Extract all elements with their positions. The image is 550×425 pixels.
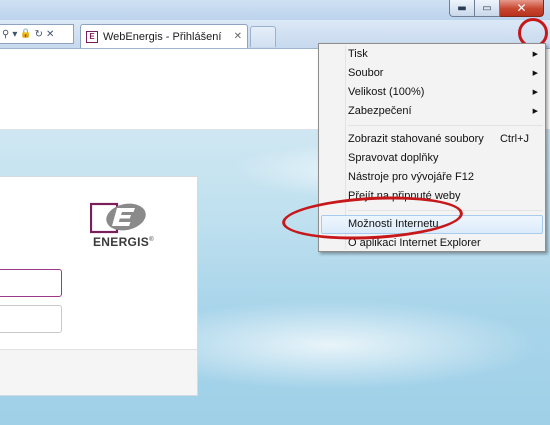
menu-item-developer-tools[interactable]: Nástroje pro vývojáře F12 bbox=[319, 168, 545, 187]
tab-close-icon[interactable]: ✕ bbox=[234, 31, 242, 42]
login-card: ENERGIS® bbox=[0, 176, 198, 396]
submenu-arrow-icon: ▶ bbox=[532, 89, 538, 96]
menu-item-label: Tisk bbox=[348, 48, 368, 60]
search-icon[interactable]: ⚲ bbox=[2, 29, 9, 40]
menu-separator bbox=[348, 125, 543, 126]
menu-item-print[interactable]: Tisk ▶ bbox=[319, 45, 545, 64]
login-card-footer bbox=[0, 349, 197, 395]
username-field[interactable] bbox=[0, 269, 62, 297]
window-titlebar: ▬ ▭ ✕ bbox=[0, 0, 550, 20]
menu-item-file[interactable]: Soubor ▶ bbox=[319, 64, 545, 83]
menu-item-safety[interactable]: Zabezpečení ▶ bbox=[319, 102, 545, 121]
tools-menu: Tisk ▶ Soubor ▶ Velikost (100%) ▶ Zabezp… bbox=[318, 43, 546, 252]
submenu-arrow-icon: ▶ bbox=[532, 70, 538, 77]
menu-item-about-ie[interactable]: O aplikaci Internet Explorer bbox=[319, 234, 545, 253]
password-field[interactable] bbox=[0, 305, 62, 333]
dropdown-icon[interactable]: ▾ bbox=[12, 29, 17, 40]
submenu-arrow-icon: ▶ bbox=[532, 108, 538, 115]
menu-item-label: O aplikaci Internet Explorer bbox=[348, 237, 481, 249]
menu-item-pinned-sites[interactable]: Přejít na připnuté weby bbox=[319, 187, 545, 206]
favicon-icon: E bbox=[86, 30, 98, 43]
menu-item-view-downloads[interactable]: Zobrazit stahované soubory Ctrl+J bbox=[319, 130, 545, 149]
menu-item-zoom[interactable]: Velikost (100%) ▶ bbox=[319, 83, 545, 102]
submenu-arrow-icon: ▶ bbox=[532, 51, 538, 58]
lock-icon[interactable]: 🔒 bbox=[20, 29, 31, 39]
menu-item-label: Soubor bbox=[348, 67, 384, 79]
menu-item-internet-options[interactable]: Možnosti Internetu bbox=[321, 215, 543, 234]
menu-item-label: Zabezpečení bbox=[348, 105, 412, 117]
minimize-button[interactable]: ▬ bbox=[449, 0, 475, 17]
menu-item-label: Možnosti Internetu bbox=[348, 218, 439, 230]
menu-item-label: Zobrazit stahované soubory bbox=[348, 133, 484, 145]
logo-wordmark: ENERGIS® bbox=[93, 235, 154, 249]
caption-buttons: ▬ ▭ ✕ bbox=[449, 0, 544, 17]
menu-item-label: Nástroje pro vývojáře F12 bbox=[348, 171, 474, 183]
close-button[interactable]: ✕ bbox=[500, 0, 544, 17]
menu-item-manage-addons[interactable]: Spravovat doplňky bbox=[319, 149, 545, 168]
tab-webenergis[interactable]: E WebEnergis - Přihlášení ✕ bbox=[80, 24, 248, 48]
energis-logo: ENERGIS® bbox=[90, 201, 170, 253]
maximize-button[interactable]: ▭ bbox=[475, 0, 500, 17]
menu-item-label: Přejít na připnuté weby bbox=[348, 190, 461, 202]
refresh-icon[interactable]: ↻ bbox=[35, 29, 43, 40]
stop-icon[interactable]: ✕ bbox=[46, 29, 54, 40]
menu-separator bbox=[348, 210, 543, 211]
menu-item-label: Spravovat doplňky bbox=[348, 152, 439, 164]
menu-item-label: Velikost (100%) bbox=[348, 86, 425, 98]
new-tab-button[interactable] bbox=[250, 26, 276, 47]
menu-item-shortcut: Ctrl+J bbox=[499, 133, 529, 145]
tab-title: WebEnergis - Přihlášení bbox=[103, 30, 222, 43]
address-bar-controls: ⚲ ▾ 🔒 ↻ ✕ bbox=[0, 24, 74, 44]
